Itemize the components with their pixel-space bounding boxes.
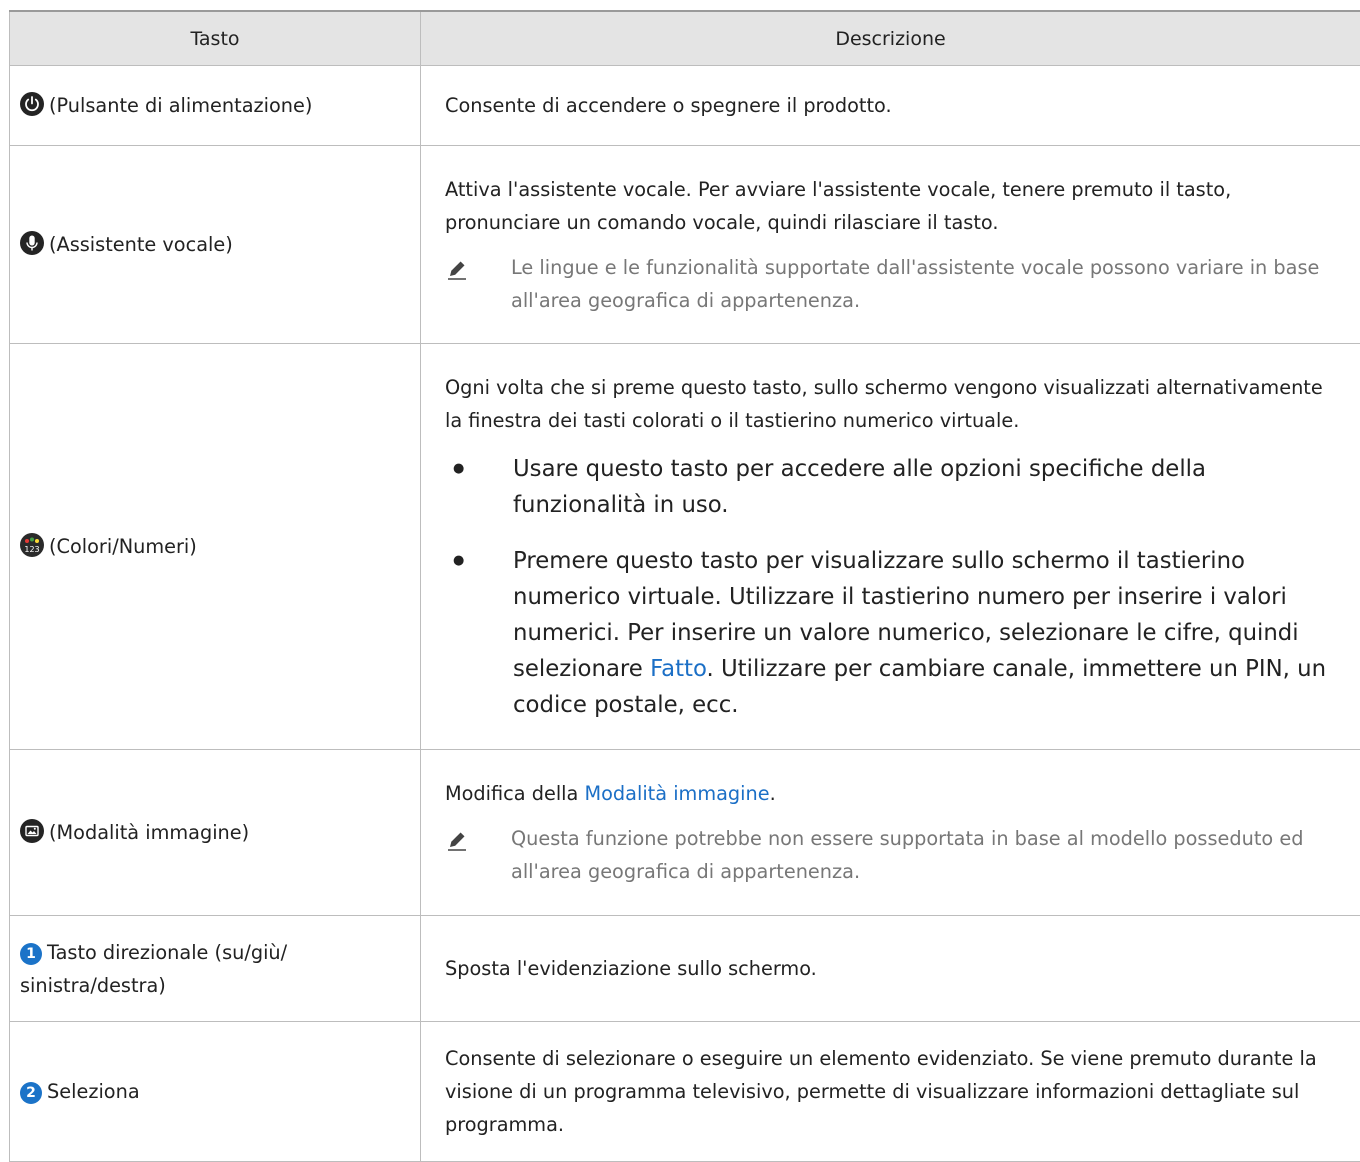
note: Questa funzione potrebbe non essere supp… [445, 822, 1342, 888]
bullet-list: Usare questo tasto per accedere alle opz… [445, 451, 1342, 723]
table-row: (Assistente vocale) Attiva l'assistente … [10, 146, 1360, 344]
key-cell: (Assistente vocale) [10, 146, 421, 344]
remote-keys-table: Tasto Descrizione (Pulsante di alimentaz… [9, 10, 1360, 1162]
svg-text:123: 123 [24, 545, 39, 554]
description-text: Ogni volta che si preme questo tasto, su… [445, 371, 1342, 437]
picture-mode-icon [20, 819, 44, 843]
key-label: Tasto direzionale (su/giù/ sinistra/dest… [20, 941, 287, 997]
description-text-start: Modifica della [445, 782, 584, 805]
list-item: Premere questo tasto per visualizzare su… [445, 543, 1342, 723]
header-description: Descrizione [421, 11, 1360, 66]
note-text: Le lingue e le funzionalità supportate d… [511, 251, 1342, 317]
description-text: Attiva l'assistente vocale. Per avviare … [445, 173, 1342, 239]
microphone-icon [20, 231, 44, 255]
table-row: (Pulsante di alimentazione) Consente di … [10, 66, 1360, 146]
key-label: (Colori/Numeri) [49, 535, 197, 558]
key-cell: 1Tasto direzionale (su/giù/ sinistra/des… [10, 916, 421, 1022]
description-text: Consente di selezionare o eseguire un el… [445, 1047, 1317, 1136]
header-key: Tasto [10, 11, 421, 66]
description-text: Sposta l'evidenziazione sullo schermo. [445, 957, 817, 980]
pencil-icon [445, 257, 475, 291]
key-cell: (Modalità immagine) [10, 750, 421, 916]
table-header-row: Tasto Descrizione [10, 11, 1360, 66]
description-text: Consente di accendere o spegnere il prod… [445, 94, 892, 117]
key-label: Seleziona [47, 1080, 140, 1103]
key-cell: 123 (Colori/Numeri) [10, 344, 421, 750]
power-icon [20, 92, 44, 116]
number-badge-1: 1 [20, 943, 42, 965]
key-cell: (Pulsante di alimentazione) [10, 66, 421, 146]
description-cell: Modifica della Modalità immagine. Questa… [421, 750, 1360, 916]
note-text: Questa funzione potrebbe non essere supp… [511, 822, 1342, 888]
note: Le lingue e le funzionalità supportate d… [445, 251, 1342, 317]
description-cell: Ogni volta che si preme questo tasto, su… [421, 344, 1360, 750]
description-text: Modifica della Modalità immagine. [445, 777, 1342, 810]
key-cell: 2Seleziona [10, 1022, 421, 1162]
list-item: Usare questo tasto per accedere alle opz… [445, 451, 1342, 523]
number-badge-2: 2 [20, 1082, 42, 1104]
description-text-end: . [770, 782, 776, 805]
table-row: 1Tasto direzionale (su/giù/ sinistra/des… [10, 916, 1360, 1022]
description-cell: Consente di accendere o spegnere il prod… [421, 66, 1360, 146]
color-number-icon: 123 [20, 533, 44, 557]
bullet-text: Usare questo tasto per accedere alle opz… [513, 456, 1206, 518]
key-label: (Assistente vocale) [49, 233, 233, 256]
key-label: (Pulsante di alimentazione) [49, 94, 312, 117]
table-row: 123 (Colori/Numeri) Ogni volta che si pr… [10, 344, 1360, 750]
description-cell: Consente di selezionare o eseguire un el… [421, 1022, 1360, 1162]
table-row: (Modalità immagine) Modifica della Modal… [10, 750, 1360, 916]
description-cell: Attiva l'assistente vocale. Per avviare … [421, 146, 1360, 344]
key-label: (Modalità immagine) [49, 821, 249, 844]
picture-mode-link[interactable]: Modalità immagine [584, 782, 769, 805]
pencil-icon [445, 828, 475, 862]
description-cell: Sposta l'evidenziazione sullo schermo. [421, 916, 1360, 1022]
table-row: 2Seleziona Consente di selezionare o ese… [10, 1022, 1360, 1162]
fatto-link[interactable]: Fatto [650, 656, 706, 682]
